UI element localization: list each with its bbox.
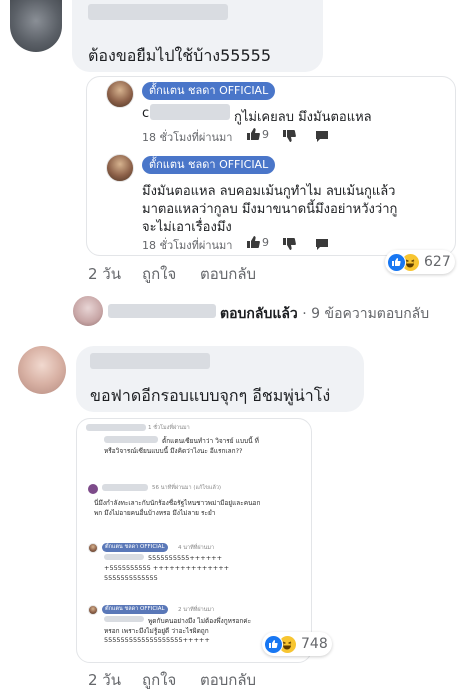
commenter-avatar[interactable] (10, 0, 62, 52)
official-mini-avatar (88, 543, 98, 553)
replied-label: ตอบกลับแล้ว (220, 306, 298, 322)
reaction-count: 748 (301, 636, 328, 652)
thumb-up-icon (246, 126, 260, 145)
comment-time[interactable]: 2 วัน (88, 668, 121, 692)
official-mini-avatar (88, 605, 98, 615)
line: +5555555555 ++++++++++++++ (104, 564, 230, 572)
replier-name-redacted (108, 304, 216, 318)
reaction-count: 627 (424, 254, 451, 270)
official-mini-tag: ตั้กแตน ชลดา OFFICIAL (102, 605, 168, 614)
time: 1 ชั่วโมงที่ผ่านมา (148, 425, 190, 431)
line: พก มึงไม่อายคนอื่นบ้างหรอ มึงไม่ลาย ระยำ (94, 509, 216, 517)
reply-time: 18 ชั่วโมงที่ผ่านมา (142, 239, 233, 252)
thumb-up-icon (246, 234, 260, 253)
like-button[interactable]: ถูกใจ (142, 262, 176, 286)
line: นี่มึงกำลังทะเลาะกับนักร้องชื่อรัฐไหนชาว… (94, 499, 261, 507)
mention-redacted (150, 104, 230, 120)
line: ตั้กแตนเซียนทำว่า วิจารย์ แบบนี้ ที่ (162, 437, 259, 445)
official-mini-tag: ตั้กแตน ชลดา OFFICIAL (102, 543, 168, 552)
reply-button[interactable]: ตอบกลับ (200, 668, 256, 692)
reply-comment-icon (315, 128, 329, 147)
like-button[interactable]: ถูกใจ (142, 668, 176, 692)
reply-like-count: 9 (262, 128, 269, 141)
thumb-down-icon (282, 128, 296, 147)
official-avatar (106, 80, 134, 108)
reaction-summary[interactable]: 748 (262, 632, 332, 656)
time: 56 นาทีที่ผ่านมา (แก้ไขแล้ว) (152, 485, 222, 491)
commenter-name-redacted[interactable] (88, 4, 228, 20)
reply-text: กูไม่เคยลบ มึงมันตอแหล (234, 110, 372, 125)
line: พูดกับคนอย่างมึง ไม่ต้องพึ่งกูหรอกค่ะ (148, 617, 252, 625)
name-redacted (102, 484, 148, 491)
reply-time: 18 ชั่วโมงที่ผ่านมา (142, 131, 233, 144)
comment-time[interactable]: 2 วัน (88, 262, 121, 286)
reply-button[interactable]: ตอบกลับ (200, 262, 256, 286)
official-avatar (106, 154, 134, 182)
like-icon (264, 634, 283, 654)
time: 2 นาทีที่ผ่านมา (178, 607, 215, 613)
line: หรือวิจารณ์เซียนแบบนี้ มึงคิดว่าไงนะ อีแ… (104, 447, 243, 455)
comment-text: ต้องขอยืมไปใช้บ้าง55555 (88, 46, 272, 65)
mention-redacted (104, 616, 144, 622)
reaction-summary[interactable]: 627 (385, 250, 455, 274)
separator-dot: · (302, 306, 307, 322)
comment-text: ขอฟาดอีกรอบแบบจุกๆ อีชมพู่น่าโง่ (90, 386, 331, 405)
thumb-down-icon (282, 236, 296, 255)
replier-avatar (73, 296, 103, 326)
official-name-tag: ตั้กแตน ชลดา OFFICIAL (142, 156, 276, 174)
line: 5555555555++++++ (148, 554, 223, 562)
mention-redacted (104, 436, 158, 443)
commenter-avatar[interactable] (18, 346, 66, 394)
line: หรอก เพราะมึงไม่รู้อยู่ดี ว่าอะไรผิดถูก (104, 627, 209, 635)
commenter-mini-avatar (88, 484, 98, 494)
reply-count-text: 9 ข้อความตอบกลับ (311, 306, 430, 322)
name-redacted (86, 424, 146, 431)
time: 4 นาทีที่ผ่านมา (178, 545, 215, 551)
reply-comment-icon (315, 236, 329, 255)
reply-prefix: c (142, 106, 150, 121)
line: 5555555555555555555+++++ (104, 636, 210, 644)
commenter-name-redacted[interactable] (90, 353, 210, 369)
line: 5555555555555 (104, 574, 158, 582)
like-icon (387, 252, 406, 272)
official-name-tag: ตั้กแตน ชลดา OFFICIAL (142, 82, 276, 100)
reply-like-count: 9 (262, 236, 269, 249)
view-replies-link[interactable]: ตอบกลับแล้ว · 9 ข้อความตอบกลับ (220, 303, 429, 325)
reply-line-3: จะไม่เอาเรื่องมึง (142, 220, 232, 235)
mention-redacted (104, 554, 144, 560)
